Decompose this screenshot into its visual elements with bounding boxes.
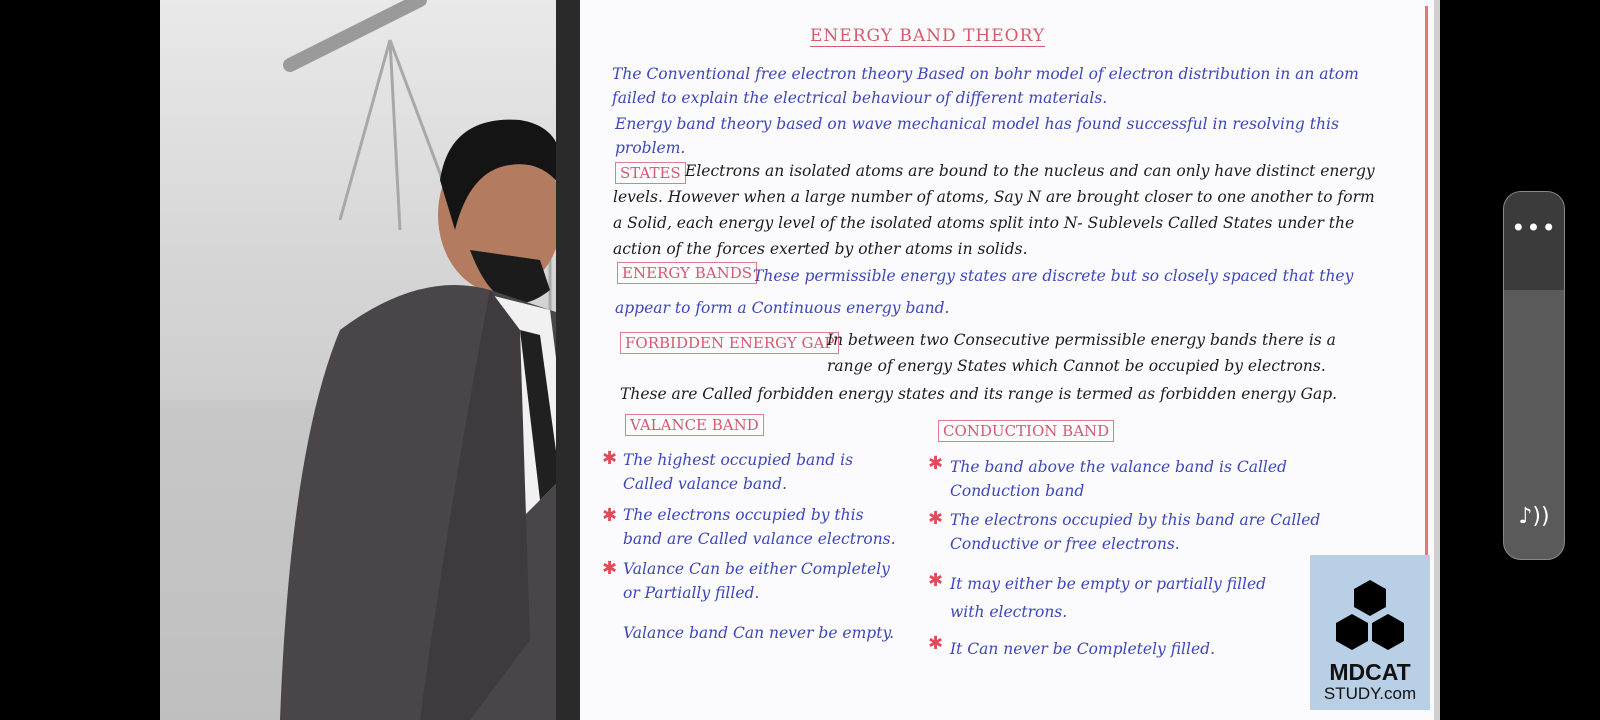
conduction-point-3: It may either be empty or partially fill… (950, 575, 1267, 621)
studio-background (160, 0, 640, 720)
conduction-point-1: The band above the valance band is Calle… (950, 458, 1287, 500)
logo-subtitle: STUDY.com (1323, 684, 1417, 703)
valance-point-4: Valance band Can never be empty. (623, 624, 895, 642)
mdcat-logo: MDCAT STUDY.com (1310, 555, 1430, 710)
conduction-bullet-1: ✱ (928, 453, 944, 474)
hexagon-logo-icon (1336, 580, 1404, 650)
conduction-point-4: It Can never be Completely filled. (950, 640, 1215, 658)
conduction-bullet-2: ✱ (928, 508, 944, 529)
valance-bullet-3: ✱ (602, 558, 618, 579)
intro-paragraph-2: Energy band theory based on wave mechani… (615, 115, 1339, 157)
forbidden-gap-text-2: These are Called forbidden energy states… (620, 385, 1338, 403)
conduction-point-2: The electrons occupied by this band are … (950, 511, 1321, 553)
audio-icon[interactable]: ♪)) (1504, 504, 1564, 529)
board-title: ENERGY BAND THEORY (810, 26, 1046, 47)
valance-band-label: VALANCE BAND (625, 414, 764, 436)
valance-bullet-1: ✱ (602, 448, 618, 469)
floating-side-control[interactable]: ••• ♪)) (1503, 191, 1565, 560)
conduction-band-label: CONDUCTION BAND (938, 420, 1115, 442)
conduction-bullet-4: ✱ (928, 633, 944, 654)
valance-bullet-2: ✱ (602, 505, 618, 526)
video-frame[interactable]: ENERGY BAND THEORY The Conventional free… (160, 0, 1440, 720)
conduction-bullet-3: ✱ (928, 570, 944, 591)
states-text: Electrons an isolated atoms are bound to… (613, 162, 1375, 258)
intro-paragraph-1: The Conventional free electron theory Ba… (612, 65, 1359, 107)
more-options-icon[interactable]: ••• (1504, 214, 1564, 242)
board-frame-edge (556, 0, 580, 720)
valance-point-3: Valance Can be either Completely or Part… (623, 560, 890, 602)
valance-point-1: The highest occupied band is Called vala… (623, 451, 854, 493)
logo-name: MDCAT (1329, 659, 1411, 685)
forbidden-gap-label: FORBIDDEN ENERGY GAP (620, 332, 840, 354)
valance-point-2: The electrons occupied by this band are … (623, 506, 896, 548)
forbidden-gap-text: In between two Consecutive permissible e… (827, 331, 1336, 375)
energy-bands-text: These permissible energy states are disc… (615, 267, 1354, 317)
